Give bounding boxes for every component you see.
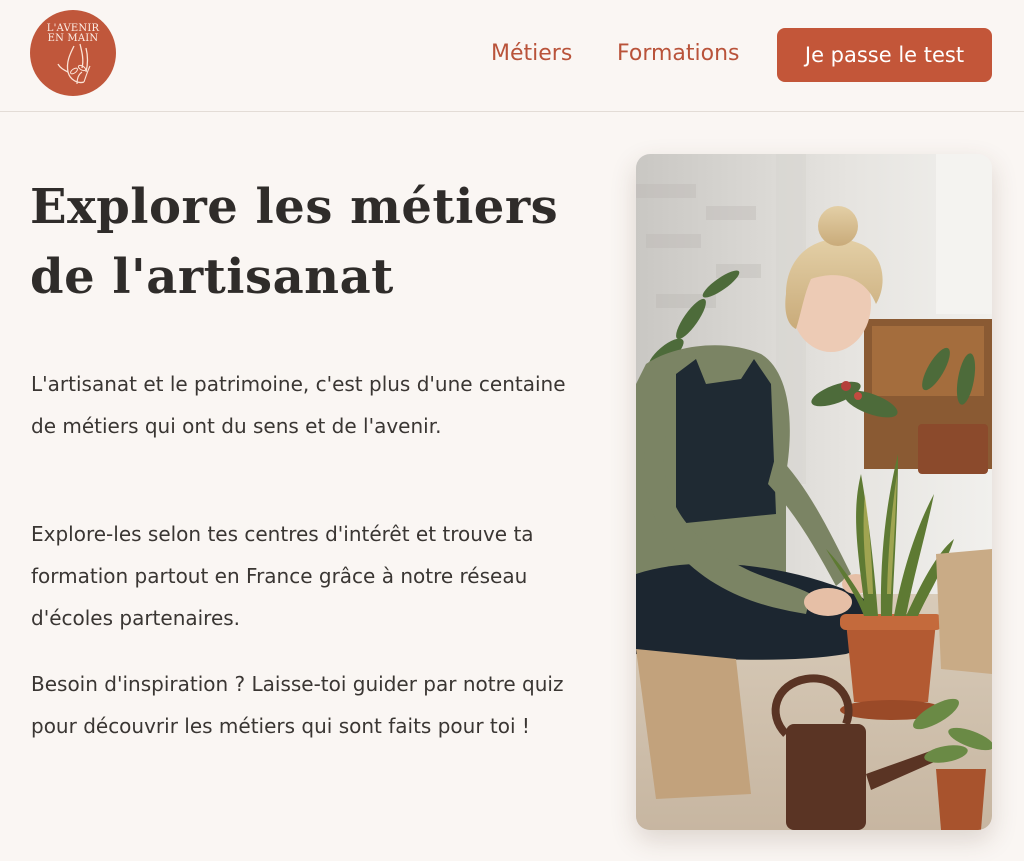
hero-paragraph-1: L'artisanat et le patrimoine, c'est plus… — [31, 372, 566, 438]
logo-wordmark: L'AVENIR EN MAIN — [30, 24, 116, 44]
page-title: Explore les métiers de l'artisanat — [30, 179, 559, 305]
nav-link-metiers[interactable]: Métiers — [491, 40, 572, 68]
nav-link-formations[interactable]: Formations — [617, 40, 740, 68]
take-test-button[interactable]: Je passe le test — [777, 28, 992, 82]
hero-photo — [636, 154, 992, 830]
site-logo[interactable]: L'AVENIR EN MAIN — [30, 10, 116, 96]
logo-line-2: EN MAIN — [47, 33, 99, 44]
hero-paragraph-2: Explore-les selon tes centres d'intérêt … — [31, 522, 534, 630]
hero-paragraph-3: Besoin d'inspiration ? Laisse-toi guider… — [31, 672, 564, 738]
site-header: L'AVENIR EN MAIN Métiers Formations Je p… — [0, 0, 1024, 112]
woman-repotting-plants-photo — [636, 154, 992, 830]
